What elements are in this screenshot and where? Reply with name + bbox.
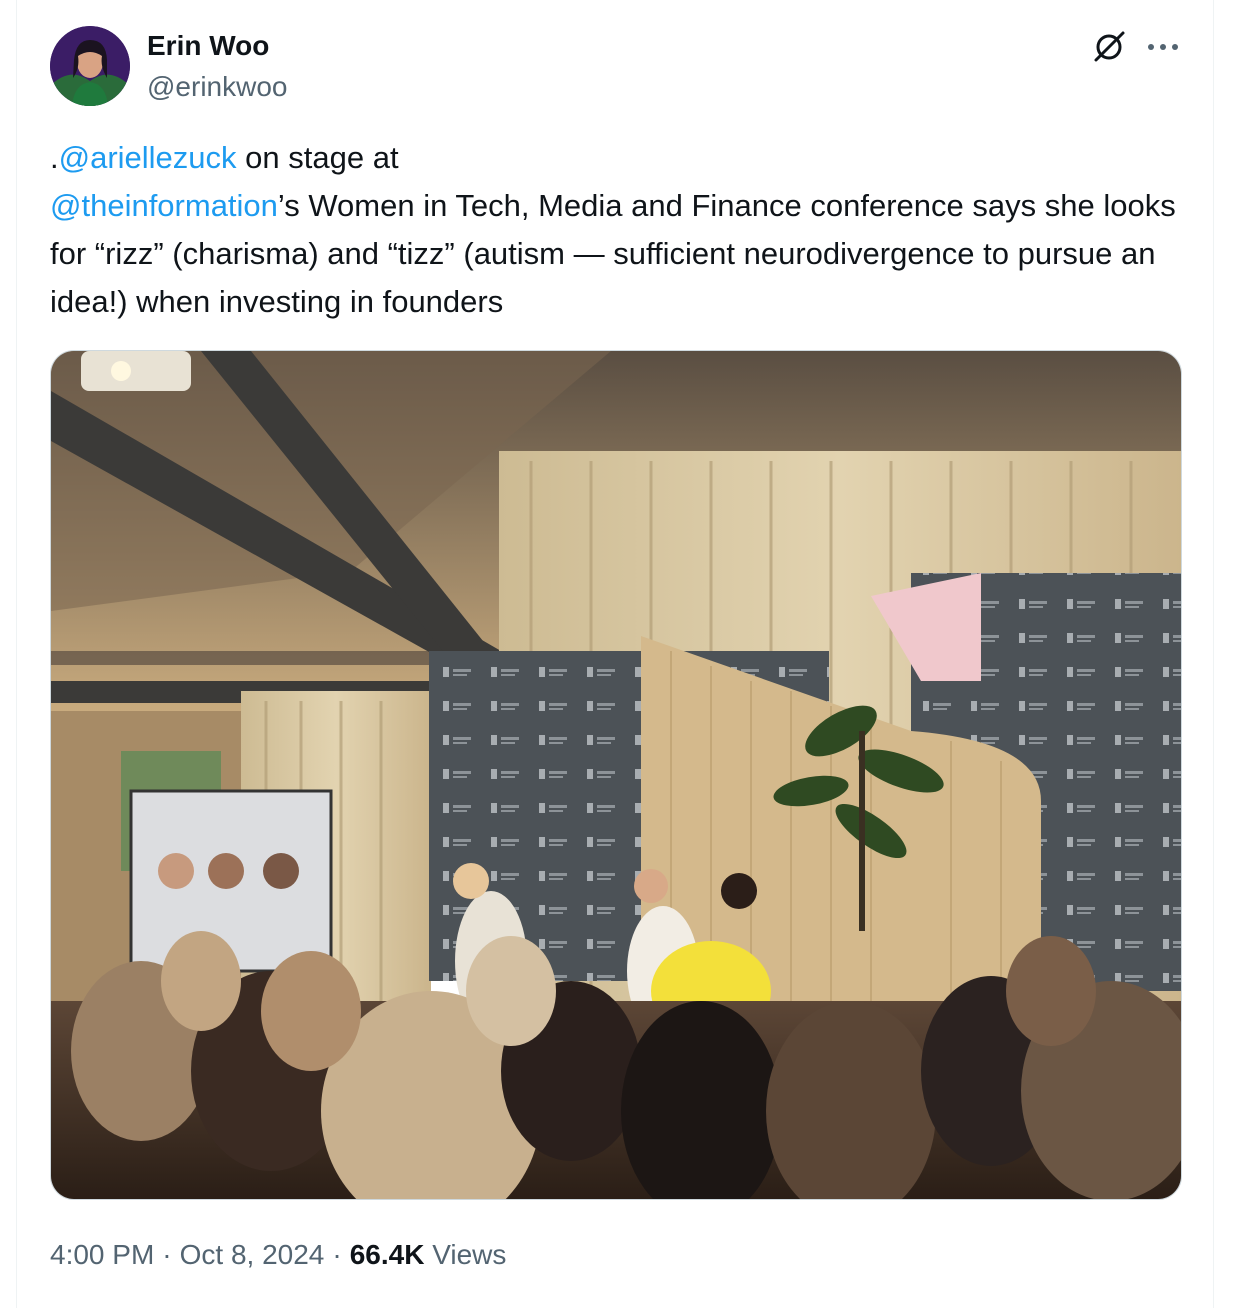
tweet-photo[interactable] — [50, 350, 1182, 1200]
tweet-time[interactable]: 4:00 PM — [50, 1239, 154, 1270]
grok-icon[interactable] — [1090, 28, 1128, 66]
avatar[interactable] — [50, 26, 130, 106]
meta-separator-2: · — [332, 1239, 342, 1270]
more-options-icon[interactable] — [1143, 30, 1183, 64]
views-label: Views — [432, 1239, 507, 1270]
author-name[interactable]: Erin Woo — [147, 28, 269, 64]
tweet-prefix: . — [50, 140, 59, 175]
tweet-meta: 4:00 PM · Oct 8, 2024 · 66.4K Views — [50, 1235, 506, 1275]
tweet-text: .@ariellezuck on stage at @theinformatio… — [50, 134, 1190, 326]
meta-separator: · — [162, 1239, 172, 1270]
tweet-date[interactable]: Oct 8, 2024 — [180, 1239, 325, 1270]
mention-ariellezuck[interactable]: @ariellezuck — [59, 140, 237, 175]
mention-theinformation[interactable]: @theinformation — [50, 188, 278, 223]
author-handle[interactable]: @erinkwoo — [147, 69, 287, 105]
tweet-text-part1: on stage at — [236, 140, 399, 175]
views-count[interactable]: 66.4K — [350, 1239, 425, 1270]
